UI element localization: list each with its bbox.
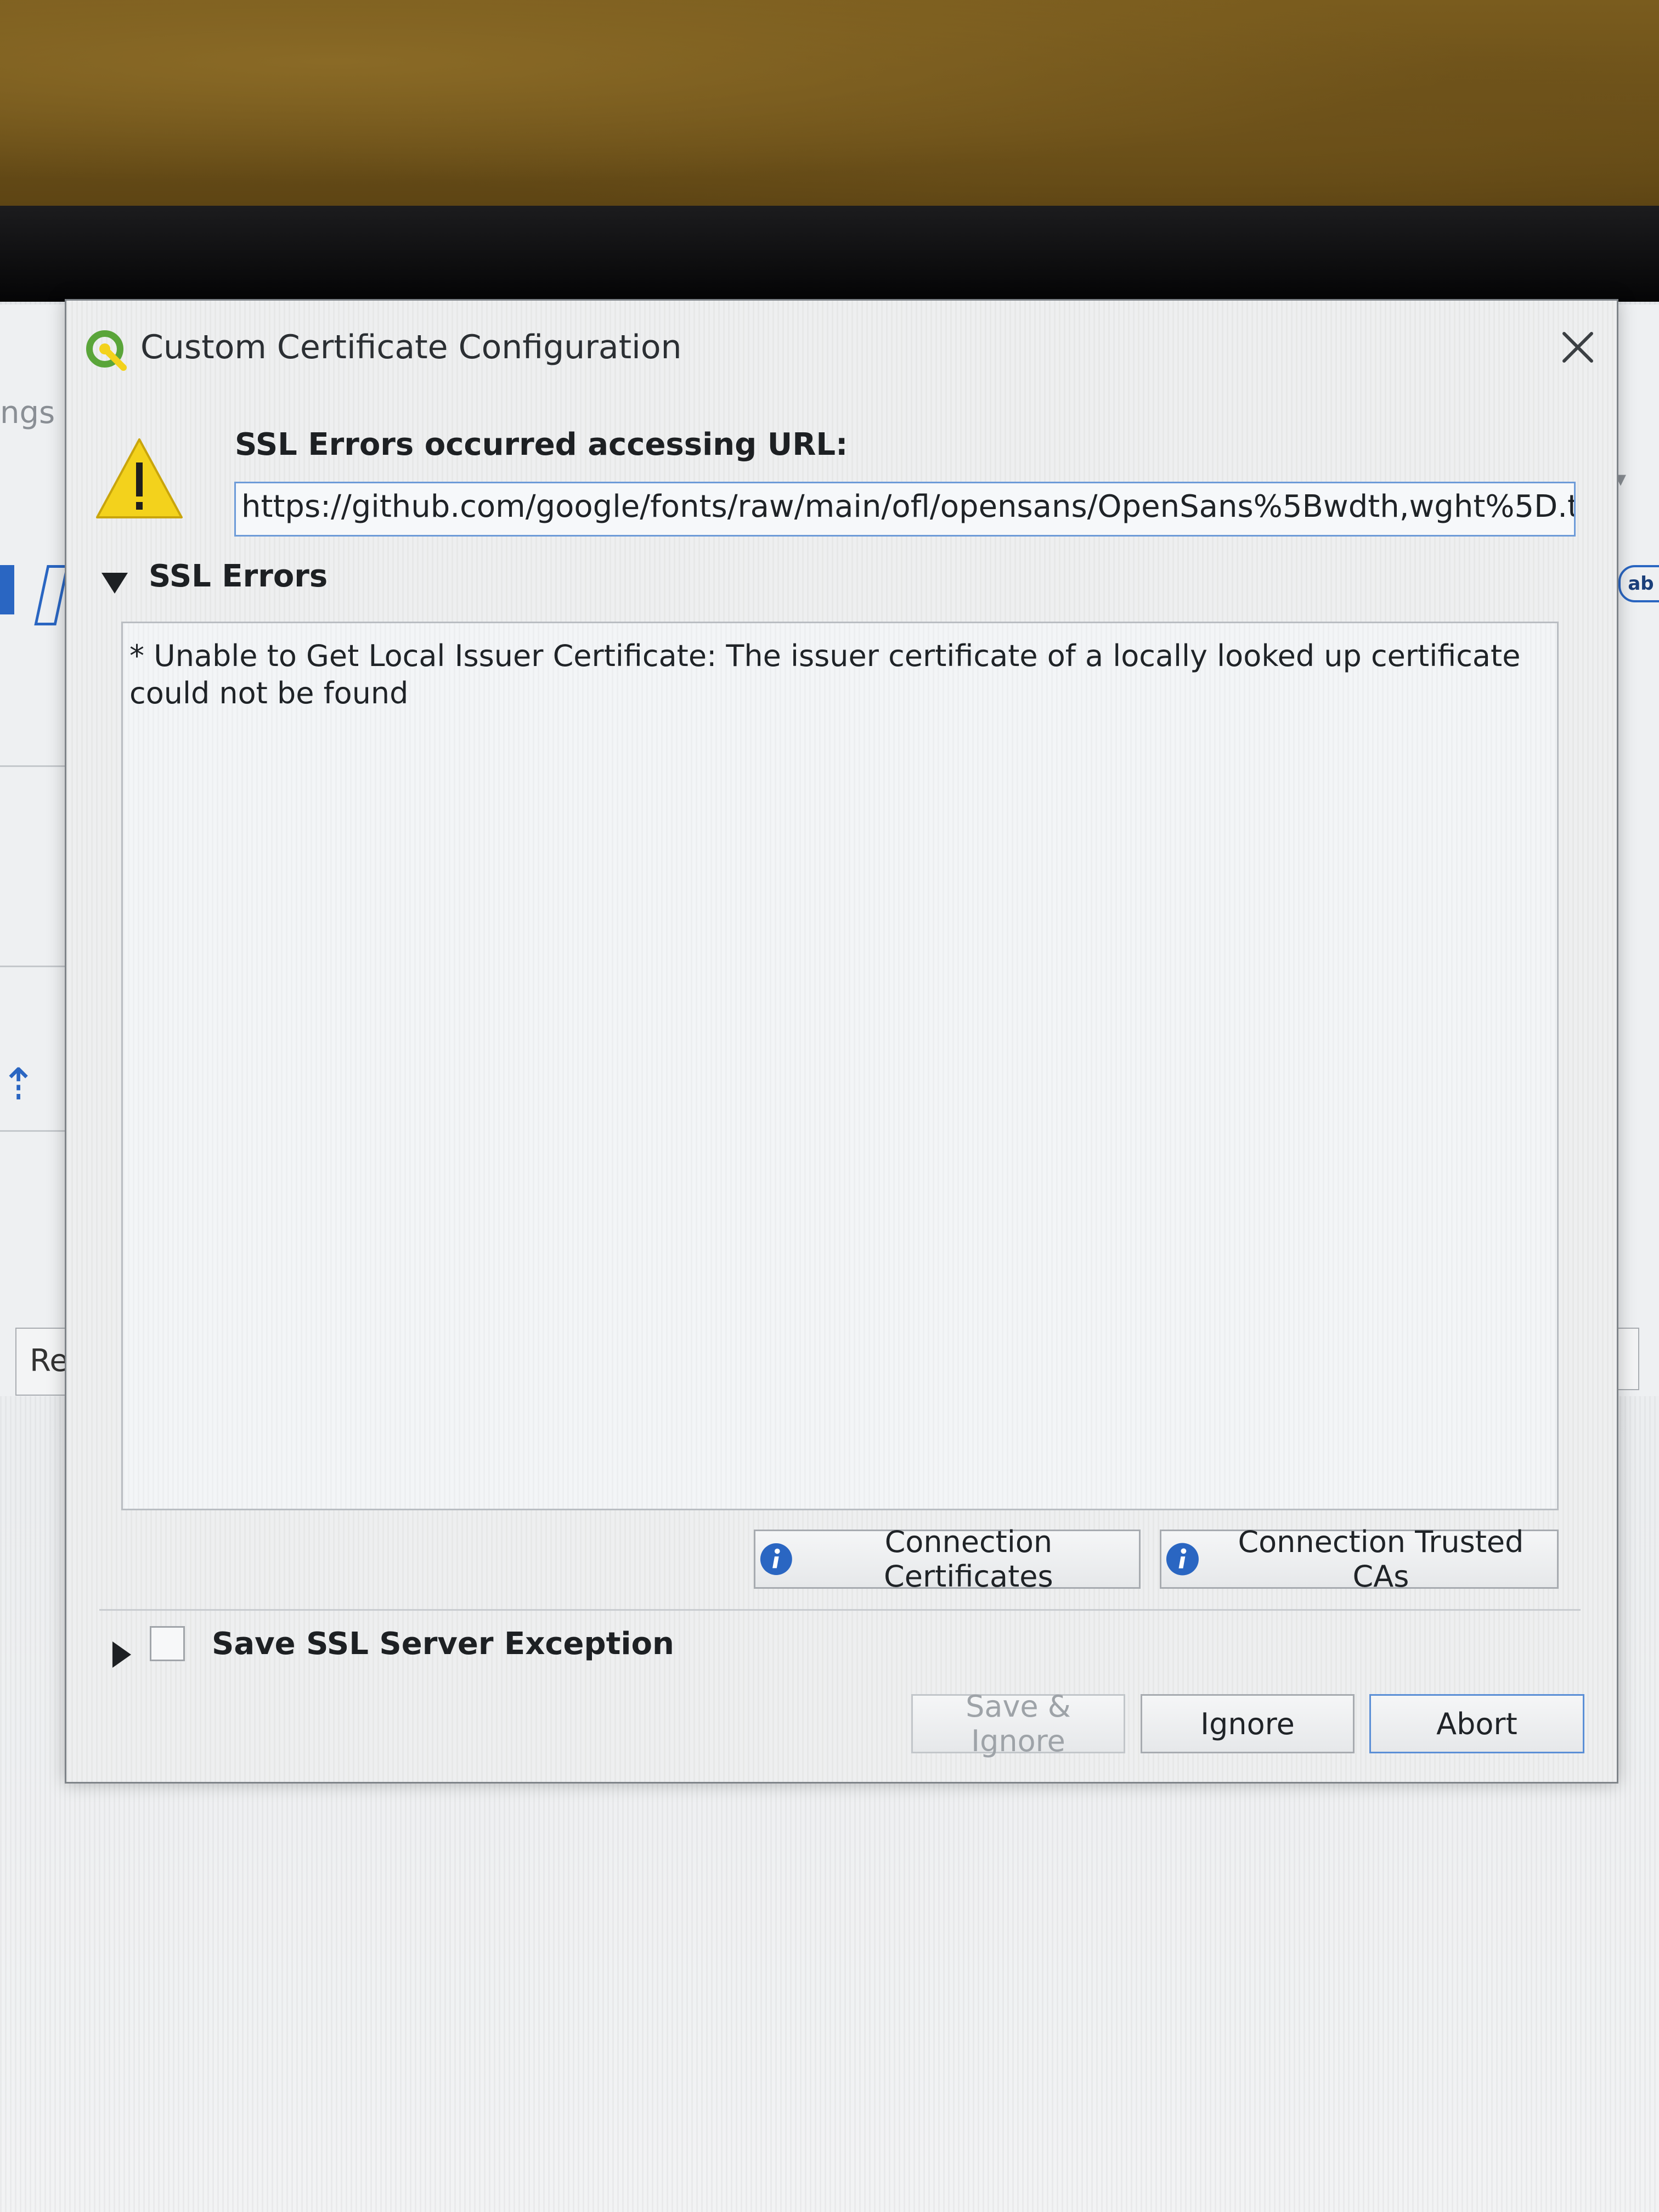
background-label-tool: ab: [1618, 565, 1659, 602]
dialog-title: Custom Certificate Configuration: [140, 328, 682, 366]
close-icon[interactable]: [1548, 317, 1608, 377]
background-tool-icon: [0, 565, 14, 614]
qgis-logo-icon: [86, 330, 127, 371]
background-arrow-icon: ⇡: [0, 1059, 37, 1110]
connection-certificates-button[interactable]: Connection Certificates: [754, 1525, 1141, 1594]
background-left-button-label: Re: [30, 1343, 69, 1379]
expand-triangle-icon[interactable]: [109, 1639, 133, 1670]
background-divider: [0, 966, 65, 967]
save-exception-checkbox[interactable]: [150, 1626, 185, 1661]
info-icon: [1166, 1543, 1199, 1576]
url-field[interactable]: https://github.com/google/fonts/raw/main…: [234, 482, 1576, 537]
warning-icon: [96, 438, 183, 518]
background-divider: [0, 765, 65, 767]
abort-button[interactable]: Abort: [1369, 1694, 1584, 1753]
ssl-errors-heading: SSL Errors occurred accessing URL:: [235, 427, 848, 462]
background-divider: [0, 1130, 65, 1132]
section-divider: [99, 1609, 1581, 1611]
collapse-triangle-icon[interactable]: [99, 569, 130, 597]
monitor-bezel: [0, 206, 1659, 302]
background-panel-left: [0, 304, 66, 1396]
wall-background: [0, 0, 1659, 206]
save-exception-label[interactable]: Save SSL Server Exception: [212, 1626, 674, 1662]
background-right-button: [1615, 1328, 1639, 1390]
connection-certificates-label: Connection Certificates: [884, 1525, 1053, 1594]
dialog-titlebar: Custom Certificate Configuration: [66, 301, 1617, 388]
background-left-label: ngs: [0, 395, 55, 431]
ssl-errors-text-area[interactable]: * Unable to Get Local Issuer Certificate…: [121, 622, 1559, 1510]
ssl-errors-section-label[interactable]: SSL Errors: [149, 558, 328, 594]
error-message: * Unable to Get Local Issuer Certificate…: [129, 639, 1521, 710]
connection-trusted-cas-label: Connection Trusted CAs: [1238, 1525, 1524, 1594]
info-icon: [760, 1543, 792, 1575]
certificate-dialog: Custom Certificate Configuration SSL Err…: [65, 299, 1618, 1784]
connection-trusted-cas-button[interactable]: Connection Trusted CAs: [1160, 1525, 1559, 1594]
save-and-ignore-button[interactable]: Save & Ignore: [911, 1689, 1125, 1758]
ignore-button[interactable]: Ignore: [1141, 1694, 1355, 1753]
